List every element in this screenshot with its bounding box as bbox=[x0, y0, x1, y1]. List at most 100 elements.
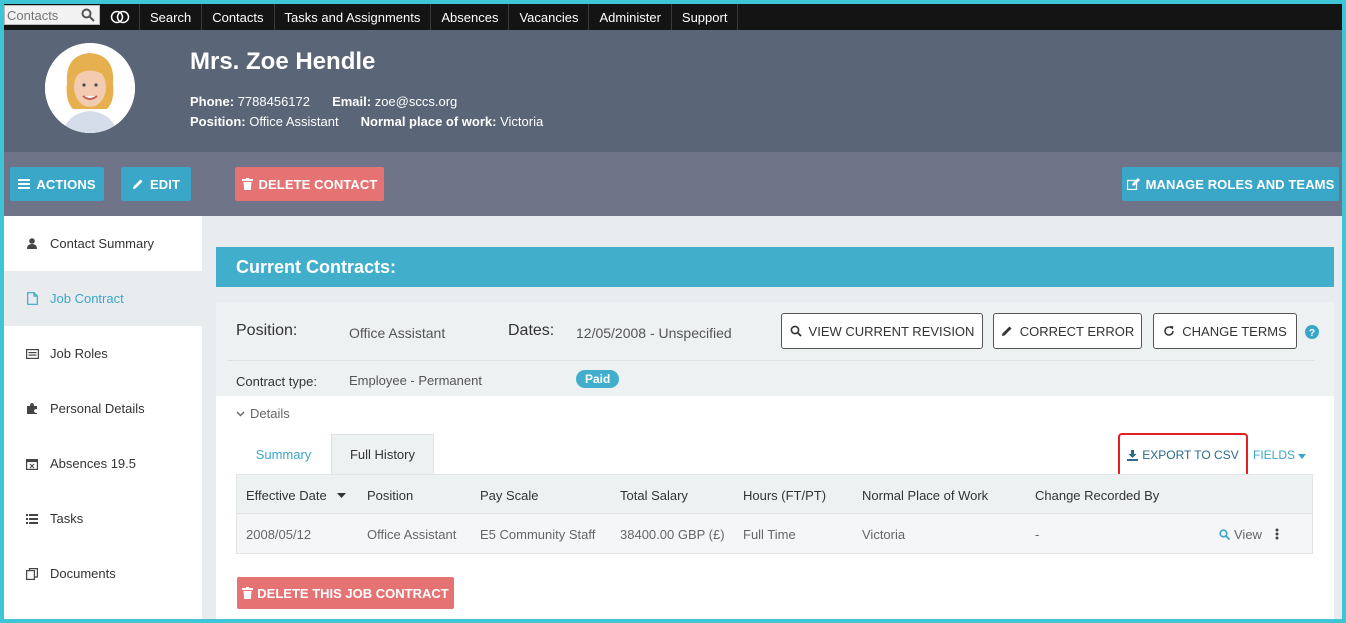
col-pay-scale[interactable]: Pay Scale bbox=[480, 475, 539, 515]
sidebar-item-tasks[interactable]: Tasks bbox=[4, 491, 202, 546]
position-value: Office Assistant bbox=[249, 114, 339, 129]
tab-summary[interactable]: Summary bbox=[236, 434, 331, 474]
contract-type-label: Contract type: bbox=[236, 374, 317, 389]
sidebar-item-label: Contact Summary bbox=[50, 236, 155, 251]
user-icon bbox=[24, 236, 40, 252]
email-label: Email: bbox=[332, 94, 372, 109]
info-divider bbox=[228, 360, 1314, 361]
col-position[interactable]: Position bbox=[367, 475, 413, 515]
sidebar-item-absences[interactable]: Absences 19.5 bbox=[4, 436, 202, 491]
contact-search-box[interactable] bbox=[4, 5, 100, 25]
position-field-value: Office Assistant bbox=[349, 325, 446, 341]
contact-search-input[interactable] bbox=[5, 6, 79, 24]
nav-contacts[interactable]: Contacts bbox=[202, 4, 275, 30]
calendar-icon bbox=[24, 456, 40, 472]
sidebar-item-job-roles[interactable]: Job Roles bbox=[4, 326, 202, 381]
col-normal-place-of-work[interactable]: Normal Place of Work bbox=[862, 475, 988, 515]
nav-absences[interactable]: Absences bbox=[431, 4, 510, 30]
cell-total-salary: 38400.00 GBP (£) bbox=[620, 526, 725, 542]
dates-value: 12/05/2008 - Unspecified bbox=[576, 325, 732, 341]
workplace-label: Normal place of work: bbox=[360, 114, 497, 129]
refresh-icon bbox=[1164, 325, 1175, 336]
edit-button[interactable]: Edit bbox=[121, 167, 191, 201]
search-icon[interactable] bbox=[81, 8, 95, 22]
sidebar-item-label: Personal Details bbox=[50, 401, 145, 416]
dates-label: Dates: bbox=[508, 322, 555, 339]
view-link[interactable]: View bbox=[1219, 514, 1262, 554]
change-terms-label: Change Terms bbox=[1182, 323, 1287, 339]
sidebar-item-label: Job Roles bbox=[50, 346, 108, 361]
change-terms-button[interactable]: Change Terms bbox=[1153, 313, 1297, 349]
list-icon bbox=[24, 511, 40, 527]
nav-support[interactable]: Support bbox=[672, 4, 739, 30]
fields-label: Fields bbox=[1253, 448, 1296, 462]
contact-line-1: Phone: 7788456172 Email: zoe@sccs.org bbox=[190, 94, 461, 109]
delete-job-contract-button[interactable]: Delete this Job Contract bbox=[237, 577, 454, 609]
table-header: Effective Date Position Pay Scale Total … bbox=[236, 474, 1313, 514]
sidebar-item-contact-summary[interactable]: Contact Summary bbox=[4, 216, 202, 271]
col-label: Effective Date bbox=[246, 487, 327, 503]
caret-down-icon bbox=[1298, 454, 1307, 459]
correct-error-button[interactable]: Correct Error bbox=[993, 313, 1142, 349]
sidebar-item-documents[interactable]: Documents bbox=[4, 546, 202, 601]
correct-error-label: Correct Error bbox=[1019, 323, 1135, 339]
cell-change-recorded-by: - bbox=[1035, 526, 1040, 542]
svg-text:?: ? bbox=[1309, 328, 1315, 339]
tab-full-history[interactable]: Full History bbox=[331, 434, 434, 474]
trash-icon bbox=[241, 178, 253, 190]
sidebar-item-job-contract[interactable]: Job Contract bbox=[4, 271, 202, 326]
document-icon bbox=[24, 291, 40, 307]
puzzle-icon bbox=[24, 401, 40, 417]
action-bar: Actions Edit Delete Contact Manage Roles… bbox=[4, 152, 1342, 216]
col-effective-date[interactable]: Effective Date bbox=[246, 475, 346, 515]
view-label: View bbox=[1234, 526, 1262, 542]
contract-history-table: Effective Date Position Pay Scale Total … bbox=[236, 474, 1313, 554]
col-hours[interactable]: Hours (FT/PT) bbox=[743, 475, 826, 515]
edit-label: Edit bbox=[149, 176, 180, 192]
manage-roles-button[interactable]: Manage Roles and Teams bbox=[1122, 167, 1339, 201]
view-current-revision-label: View Current Revision bbox=[808, 323, 975, 339]
sidebar-item-label: Documents bbox=[50, 566, 116, 581]
sort-desc-icon[interactable] bbox=[336, 492, 346, 498]
phone-value: 7788456172 bbox=[237, 94, 310, 109]
cell-normal-place-of-work: Victoria bbox=[862, 526, 906, 542]
sidebar-item-label: Tasks bbox=[50, 511, 84, 526]
nav-vacancies[interactable]: Vacancies bbox=[509, 4, 590, 30]
sidebar: Contact Summary Job Contract Job Roles P… bbox=[4, 216, 202, 619]
sidebar-item-label: Job Contract bbox=[50, 291, 124, 306]
nav-administer[interactable]: Administer bbox=[589, 4, 672, 30]
workplace-value: Victoria bbox=[500, 114, 544, 129]
table-row: 2008/05/12 Office Assistant E5 Community… bbox=[236, 514, 1313, 554]
sidebar-item-personal-details[interactable]: Personal Details bbox=[4, 381, 202, 436]
col-change-recorded-by[interactable]: Change Recorded By bbox=[1035, 475, 1159, 515]
col-total-salary[interactable]: Total Salary bbox=[620, 475, 688, 515]
position-label: Position: bbox=[190, 114, 246, 129]
logo-rings-icon[interactable] bbox=[100, 4, 140, 30]
paid-badge: Paid bbox=[576, 370, 620, 388]
row-menu-icon[interactable] bbox=[1275, 514, 1279, 554]
delete-job-contract-label: Delete this Job Contract bbox=[257, 585, 449, 601]
email-value: zoe@sccs.org bbox=[374, 94, 458, 109]
avatar bbox=[45, 43, 135, 133]
nav-search[interactable]: Search bbox=[140, 4, 203, 30]
nav-tasks-and-assignments[interactable]: Tasks and Assignments bbox=[275, 4, 432, 30]
contact-line-2: Position: Office Assistant Normal place … bbox=[190, 114, 547, 129]
position-field-label: Position: bbox=[236, 322, 298, 339]
details-section: Details Summary Full History Export to C… bbox=[216, 396, 1334, 619]
phone-label: Phone: bbox=[190, 94, 235, 109]
export-to-csv-button[interactable]: Export to CSV bbox=[1118, 433, 1248, 477]
cell-position: Office Assistant bbox=[367, 526, 457, 542]
pencil-icon bbox=[132, 179, 143, 189]
details-toggle[interactable]: Details bbox=[236, 406, 290, 421]
fields-dropdown[interactable]: Fields bbox=[1253, 448, 1307, 462]
documents-icon bbox=[24, 566, 40, 582]
contact-name: Mrs. Zoe Hendle bbox=[190, 48, 376, 75]
cell-effective-date: 2008/05/12 bbox=[246, 526, 312, 542]
cell-pay-scale: E5 Community Staff bbox=[480, 526, 596, 542]
view-current-revision-button[interactable]: View Current Revision bbox=[781, 313, 983, 349]
help-icon[interactable]: ? bbox=[1305, 325, 1319, 339]
actions-button[interactable]: Actions bbox=[10, 167, 104, 201]
delete-contact-button[interactable]: Delete Contact bbox=[235, 167, 384, 201]
edit-square-icon bbox=[1126, 178, 1140, 190]
actions-label: Actions bbox=[36, 176, 96, 192]
